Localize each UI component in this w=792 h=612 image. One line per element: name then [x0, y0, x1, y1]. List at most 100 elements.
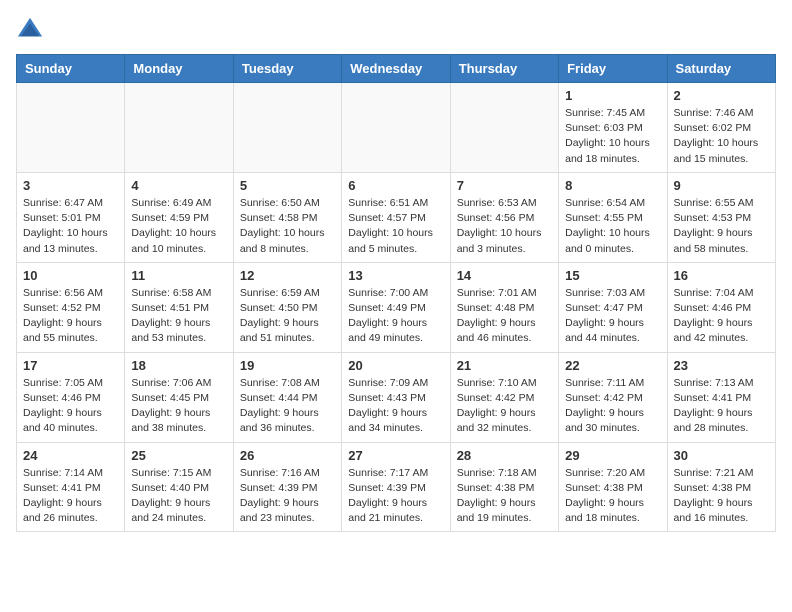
day-number: 10 [23, 268, 118, 283]
calendar-cell: 14 Sunrise: 7:01 AM Sunset: 4:48 PM Dayli… [450, 262, 558, 352]
logo-icon [16, 16, 44, 44]
day-info: Sunrise: 7:06 AM Sunset: 4:45 PM Dayligh… [131, 376, 226, 437]
day-number: 13 [348, 268, 443, 283]
day-number: 20 [348, 358, 443, 373]
calendar-week-4: 17 Sunrise: 7:05 AM Sunset: 4:46 PM Dayli… [17, 352, 776, 442]
calendar-cell: 5 Sunrise: 6:50 AM Sunset: 4:58 PM Daylig… [233, 172, 341, 262]
calendar-week-2: 3Sunrise: 6:47 AM Sunset: 5:01 PM Daylig… [17, 172, 776, 262]
day-info: Sunrise: 7:17 AM Sunset: 4:39 PM Dayligh… [348, 466, 443, 527]
calendar-cell: 19 Sunrise: 7:08 AM Sunset: 4:44 PM Dayli… [233, 352, 341, 442]
day-number: 17 [23, 358, 118, 373]
calendar-cell: 4 Sunrise: 6:49 AM Sunset: 4:59 PM Daylig… [125, 172, 233, 262]
calendar-cell: 11 Sunrise: 6:58 AM Sunset: 4:51 PM Dayli… [125, 262, 233, 352]
calendar-cell: 10Sunrise: 6:56 AM Sunset: 4:52 PM Dayli… [17, 262, 125, 352]
day-info: Sunrise: 7:03 AM Sunset: 4:47 PM Dayligh… [565, 286, 660, 347]
day-number: 29 [565, 448, 660, 463]
calendar-week-3: 10Sunrise: 6:56 AM Sunset: 4:52 PM Dayli… [17, 262, 776, 352]
day-number: 9 [674, 178, 769, 193]
weekday-header-thursday: Thursday [450, 55, 558, 83]
calendar-cell: 6Sunrise: 6:51 AM Sunset: 4:57 PM Daylig… [342, 172, 450, 262]
page-header [16, 16, 776, 44]
logo [16, 16, 48, 44]
day-number: 30 [674, 448, 769, 463]
calendar-cell: 21Sunrise: 7:10 AM Sunset: 4:42 PM Dayli… [450, 352, 558, 442]
calendar-cell: 27 Sunrise: 7:17 AM Sunset: 4:39 PM Dayli… [342, 442, 450, 532]
day-info: Sunrise: 7:04 AM Sunset: 4:46 PM Dayligh… [674, 286, 769, 347]
day-number: 1 [565, 88, 660, 103]
calendar-cell: 15Sunrise: 7:03 AM Sunset: 4:47 PM Dayli… [559, 262, 667, 352]
day-number: 28 [457, 448, 552, 463]
calendar-cell: 24 Sunrise: 7:14 AM Sunset: 4:41 PM Dayli… [17, 442, 125, 532]
day-number: 11 [131, 268, 226, 283]
day-info: Sunrise: 7:21 AM Sunset: 4:38 PM Dayligh… [674, 466, 769, 527]
calendar-cell: 18 Sunrise: 7:06 AM Sunset: 4:45 PM Dayli… [125, 352, 233, 442]
day-info: Sunrise: 7:18 AM Sunset: 4:38 PM Dayligh… [457, 466, 552, 527]
weekday-header-sunday: Sunday [17, 55, 125, 83]
calendar-cell: 1 Sunrise: 7:45 AM Sunset: 6:03 PM Daylig… [559, 83, 667, 173]
day-number: 2 [674, 88, 769, 103]
day-number: 25 [131, 448, 226, 463]
day-info: Sunrise: 6:50 AM Sunset: 4:58 PM Dayligh… [240, 196, 335, 257]
day-number: 18 [131, 358, 226, 373]
day-info: Sunrise: 7:01 AM Sunset: 4:48 PM Dayligh… [457, 286, 552, 347]
day-info: Sunrise: 7:11 AM Sunset: 4:42 PM Dayligh… [565, 376, 660, 437]
day-info: Sunrise: 6:47 AM Sunset: 5:01 PM Dayligh… [23, 196, 118, 257]
day-info: Sunrise: 6:54 AM Sunset: 4:55 PM Dayligh… [565, 196, 660, 257]
day-info: Sunrise: 6:49 AM Sunset: 4:59 PM Dayligh… [131, 196, 226, 257]
day-number: 19 [240, 358, 335, 373]
calendar-cell: 8Sunrise: 6:54 AM Sunset: 4:55 PM Daylig… [559, 172, 667, 262]
day-info: Sunrise: 6:55 AM Sunset: 4:53 PM Dayligh… [674, 196, 769, 257]
day-info: Sunrise: 7:15 AM Sunset: 4:40 PM Dayligh… [131, 466, 226, 527]
calendar-cell: 20 Sunrise: 7:09 AM Sunset: 4:43 PM Dayli… [342, 352, 450, 442]
weekday-header-tuesday: Tuesday [233, 55, 341, 83]
day-info: Sunrise: 7:16 AM Sunset: 4:39 PM Dayligh… [240, 466, 335, 527]
weekday-header-monday: Monday [125, 55, 233, 83]
day-number: 6 [348, 178, 443, 193]
day-number: 12 [240, 268, 335, 283]
day-number: 23 [674, 358, 769, 373]
calendar-cell: 30 Sunrise: 7:21 AM Sunset: 4:38 PM Dayli… [667, 442, 775, 532]
day-number: 22 [565, 358, 660, 373]
calendar-cell: 12 Sunrise: 6:59 AM Sunset: 4:50 PM Dayli… [233, 262, 341, 352]
calendar-cell: 7Sunrise: 6:53 AM Sunset: 4:56 PM Daylig… [450, 172, 558, 262]
day-number: 16 [674, 268, 769, 283]
weekday-header-saturday: Saturday [667, 55, 775, 83]
day-number: 14 [457, 268, 552, 283]
calendar-cell: 22 Sunrise: 7:11 AM Sunset: 4:42 PM Dayli… [559, 352, 667, 442]
day-number: 7 [457, 178, 552, 193]
calendar-cell: 9 Sunrise: 6:55 AM Sunset: 4:53 PM Daylig… [667, 172, 775, 262]
calendar-cell: 28 Sunrise: 7:18 AM Sunset: 4:38 PM Dayli… [450, 442, 558, 532]
weekday-header-friday: Friday [559, 55, 667, 83]
calendar-cell: 17 Sunrise: 7:05 AM Sunset: 4:46 PM Dayli… [17, 352, 125, 442]
weekday-header-wednesday: Wednesday [342, 55, 450, 83]
calendar-cell: 3Sunrise: 6:47 AM Sunset: 5:01 PM Daylig… [17, 172, 125, 262]
day-info: Sunrise: 7:00 AM Sunset: 4:49 PM Dayligh… [348, 286, 443, 347]
day-info: Sunrise: 7:14 AM Sunset: 4:41 PM Dayligh… [23, 466, 118, 527]
day-info: Sunrise: 7:45 AM Sunset: 6:03 PM Dayligh… [565, 106, 660, 167]
calendar-cell [450, 83, 558, 173]
day-number: 27 [348, 448, 443, 463]
day-number: 4 [131, 178, 226, 193]
calendar-week-5: 24 Sunrise: 7:14 AM Sunset: 4:41 PM Dayli… [17, 442, 776, 532]
day-number: 5 [240, 178, 335, 193]
calendar-cell: 29 Sunrise: 7:20 AM Sunset: 4:38 PM Dayli… [559, 442, 667, 532]
calendar-week-1: 1 Sunrise: 7:45 AM Sunset: 6:03 PM Daylig… [17, 83, 776, 173]
calendar-table: SundayMondayTuesdayWednesdayThursdayFrid… [16, 54, 776, 532]
calendar-cell: 26 Sunrise: 7:16 AM Sunset: 4:39 PM Dayli… [233, 442, 341, 532]
day-info: Sunrise: 7:46 AM Sunset: 6:02 PM Dayligh… [674, 106, 769, 167]
day-info: Sunrise: 6:58 AM Sunset: 4:51 PM Dayligh… [131, 286, 226, 347]
day-info: Sunrise: 7:20 AM Sunset: 4:38 PM Dayligh… [565, 466, 660, 527]
day-info: Sunrise: 7:09 AM Sunset: 4:43 PM Dayligh… [348, 376, 443, 437]
calendar-cell: 16 Sunrise: 7:04 AM Sunset: 4:46 PM Dayli… [667, 262, 775, 352]
calendar-cell: 25 Sunrise: 7:15 AM Sunset: 4:40 PM Dayli… [125, 442, 233, 532]
day-info: Sunrise: 6:59 AM Sunset: 4:50 PM Dayligh… [240, 286, 335, 347]
calendar-cell: 2 Sunrise: 7:46 AM Sunset: 6:02 PM Daylig… [667, 83, 775, 173]
day-number: 26 [240, 448, 335, 463]
calendar-cell [125, 83, 233, 173]
day-info: Sunrise: 7:05 AM Sunset: 4:46 PM Dayligh… [23, 376, 118, 437]
day-number: 24 [23, 448, 118, 463]
day-info: Sunrise: 7:13 AM Sunset: 4:41 PM Dayligh… [674, 376, 769, 437]
calendar-cell: 23 Sunrise: 7:13 AM Sunset: 4:41 PM Dayli… [667, 352, 775, 442]
day-info: Sunrise: 7:08 AM Sunset: 4:44 PM Dayligh… [240, 376, 335, 437]
calendar-cell: 13 Sunrise: 7:00 AM Sunset: 4:49 PM Dayli… [342, 262, 450, 352]
